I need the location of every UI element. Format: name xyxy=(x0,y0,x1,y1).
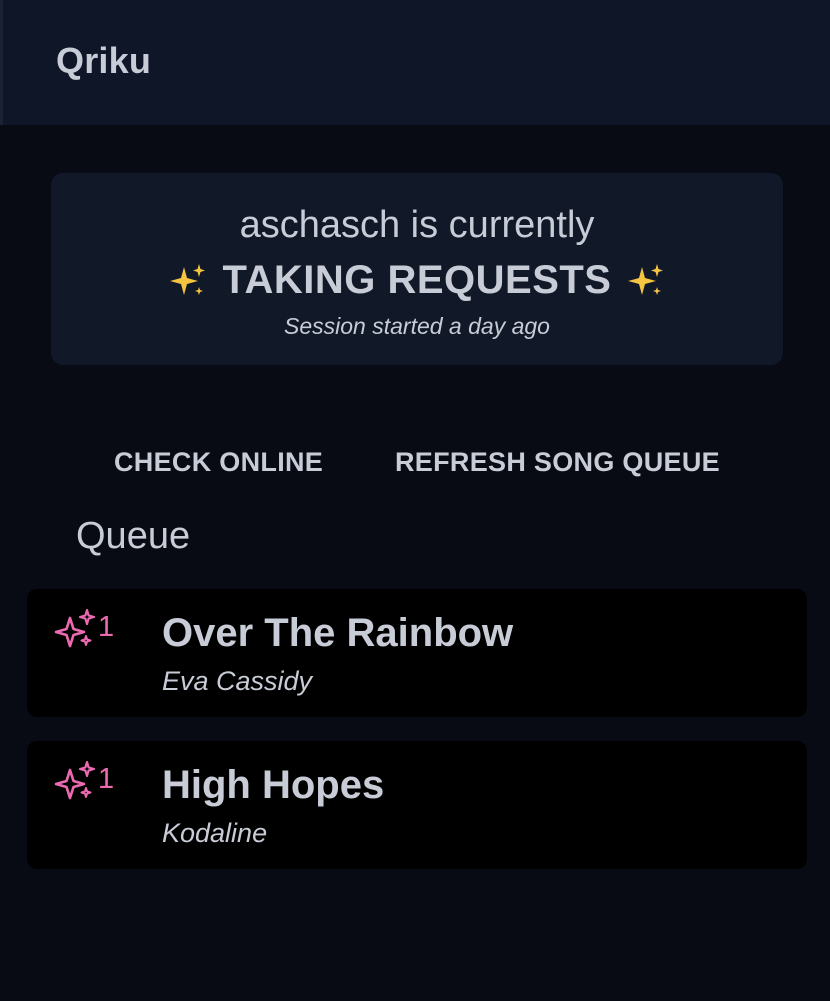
song-title: High Hopes xyxy=(162,763,385,807)
status-mode-text: TAKING REQUESTS xyxy=(222,258,612,302)
boost-count: 1 xyxy=(98,763,115,795)
status-user-line: aschasch is currently xyxy=(239,204,595,246)
queue-item[interactable]: 1 Over The Rainbow Eva Cassidy xyxy=(27,589,807,717)
session-started-text: Session started a day ago xyxy=(284,313,550,339)
status-card: aschasch is currently TAKING REQUESTS Se… xyxy=(51,173,783,365)
boost-count: 1 xyxy=(98,611,115,643)
sparkles-outline-icon xyxy=(54,760,96,800)
refresh-song-queue-button[interactable]: REFRESH SONG QUEUE xyxy=(395,444,720,480)
sparkles-icon xyxy=(626,261,666,301)
sparkles-outline-icon xyxy=(54,608,96,648)
song-title: Over The Rainbow xyxy=(162,611,514,655)
song-artist: Kodaline xyxy=(162,818,268,848)
boost-button[interactable]: 1 xyxy=(53,607,114,651)
queue-heading: Queue xyxy=(76,515,191,557)
boost-button[interactable]: 1 xyxy=(53,759,114,803)
song-artist: Eva Cassidy xyxy=(162,666,313,696)
check-online-button[interactable]: CHECK ONLINE xyxy=(114,444,323,480)
app-header: Qriku xyxy=(0,0,830,125)
queue-item[interactable]: 1 High Hopes Kodaline xyxy=(27,741,807,869)
status-mode-line: TAKING REQUESTS xyxy=(51,258,783,303)
app-title[interactable]: Qriku xyxy=(56,40,151,82)
sparkles-icon xyxy=(168,261,208,301)
